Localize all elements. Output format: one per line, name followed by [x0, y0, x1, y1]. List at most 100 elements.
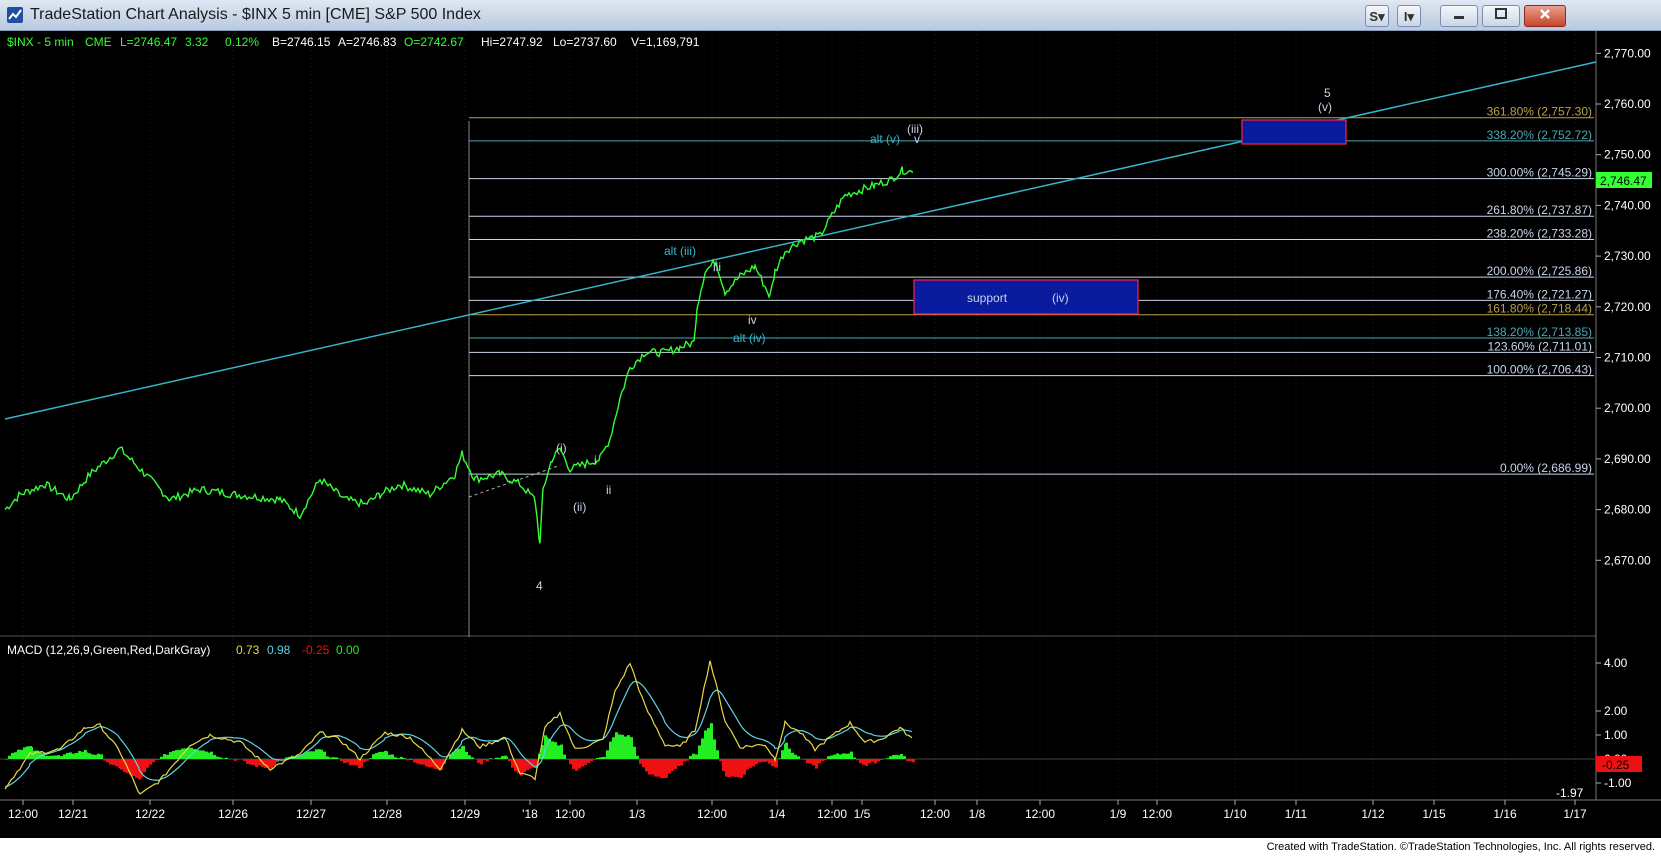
- macd-histogram-bar: [593, 758, 596, 760]
- target-box[interactable]: [1241, 119, 1347, 145]
- macd-histogram-bar: [624, 736, 627, 759]
- macd-histogram-bar: [149, 759, 152, 765]
- macd-histogram-bar: [477, 759, 480, 763]
- macd-histogram-bar: [665, 759, 668, 778]
- macd-histogram-bar: [761, 759, 764, 762]
- macd-histogram-bar: [422, 759, 425, 765]
- macd-histogram-bar: [219, 757, 222, 759]
- macd-histogram-bar: [743, 759, 746, 775]
- macd-histogram-bar: [698, 745, 701, 759]
- macd-histogram-bar: [785, 742, 788, 759]
- macd-histogram-bar: [746, 759, 749, 770]
- macd-header: MACD (12,26,9,Green,Red,DarkGray) 0.73 0…: [7, 643, 360, 657]
- macd-histogram-bar: [645, 759, 648, 772]
- chart-canvas[interactable]: 361.80% (2,757.30) 338.20% (2,752.72) 300.…: [0, 31, 1661, 838]
- macd-histogram-bar: [146, 759, 149, 768]
- macd-histogram-bar: [480, 759, 483, 765]
- close-icon: [1540, 9, 1550, 19]
- macd-histogram-bar: [768, 759, 771, 764]
- macd-histogram-bar: [486, 759, 489, 762]
- macd-histogram: [5, 723, 915, 780]
- macd-histogram-bar: [791, 752, 794, 759]
- macd-histogram-bar: [315, 749, 318, 759]
- macd-histogram-bar: [572, 759, 575, 769]
- macd-tick-label: -1.00: [1604, 776, 1632, 790]
- macd-histogram-bar: [57, 755, 60, 759]
- time-axis[interactable]: 12:00 12/21 12/22 12/26 12/27 12/28 12/29 '18 12…: [8, 800, 1587, 821]
- macd-histogram-bar: [833, 754, 836, 759]
- wave-v-paren-label: (v): [1318, 100, 1332, 114]
- time-tick-label: 12/21: [58, 807, 88, 821]
- macd-histogram-bar: [889, 756, 892, 759]
- macd-histogram-bar: [48, 755, 51, 759]
- macd-histogram-bar: [381, 751, 384, 759]
- macd-histogram-bar: [369, 758, 372, 759]
- macd-histogram-bar: [216, 756, 219, 759]
- fib-level-label: 123.60% (2,711.01): [1487, 339, 1592, 353]
- bid-value: B=2746.15: [272, 35, 331, 49]
- iv-label: iv: [748, 313, 757, 327]
- macd-histogram-bar: [81, 751, 84, 759]
- macd-histogram-bar: [554, 742, 557, 759]
- macd-histogram-bar: [199, 750, 202, 759]
- macd-histogram-bar: [794, 754, 797, 759]
- macd-histogram-bar: [240, 759, 243, 760]
- price-tick-label: 2,760.00: [1604, 97, 1651, 111]
- macd-histogram-bar: [701, 738, 704, 759]
- macd-histogram-bar: [615, 732, 618, 759]
- macd-histogram-bar: [903, 756, 906, 759]
- iii-label: iii: [713, 260, 721, 274]
- minimize-button[interactable]: [1440, 5, 1478, 27]
- i-menu-button[interactable]: I▾: [1397, 5, 1421, 27]
- macd-histogram-bar: [707, 728, 710, 759]
- fib-level-label: 238.20% (2,733.28): [1487, 226, 1592, 240]
- time-tick-label: 12:00: [1142, 807, 1172, 821]
- price-tick-label: 2,720.00: [1604, 300, 1651, 314]
- macd-histogram-bar: [752, 759, 755, 767]
- support-label: support: [967, 291, 1008, 305]
- macd-histogram-bar: [375, 752, 378, 759]
- ii-label: ii: [606, 483, 611, 497]
- close-button[interactable]: [1524, 5, 1566, 27]
- window-title: TradeStation Chart Analysis - $INX 5 min…: [30, 6, 481, 23]
- volume-value: V=1,169,791: [631, 35, 700, 49]
- macd-histogram-bar: [231, 759, 234, 760]
- macd-histogram-bar: [671, 759, 674, 772]
- price-axis[interactable]: 2,770.00 2,760.00 2,750.00 2,740.00 2,730.00…: [1596, 46, 1651, 567]
- macd-histogram-bar: [205, 751, 208, 759]
- macd-histogram-bar: [560, 744, 563, 759]
- macd-histogram-bar: [523, 759, 526, 773]
- macd-histogram-bar: [636, 755, 639, 759]
- macd-histogram-bar: [23, 747, 26, 759]
- s-menu-button[interactable]: S▾: [1365, 5, 1389, 27]
- macd-histogram-bar: [69, 752, 72, 759]
- macd-histogram-bar: [827, 756, 830, 759]
- macd-histogram-bar: [758, 759, 761, 763]
- macd-histogram-bar: [722, 759, 725, 772]
- macd-histogram-bar: [306, 751, 309, 759]
- macd-histogram-bar: [391, 754, 394, 759]
- macd-histogram-bar: [210, 751, 213, 759]
- macd-histogram-bar: [152, 759, 155, 763]
- macd-histogram-bar: [609, 741, 612, 759]
- macd-histogram-bar: [551, 741, 554, 759]
- macd-histogram-bar: [363, 759, 366, 762]
- macd-histogram-bar: [892, 755, 895, 759]
- macd-histogram-bar: [788, 748, 791, 759]
- macd-histogram-bar: [462, 745, 465, 759]
- title-bar[interactable]: TradeStation Chart Analysis - $INX 5 min…: [0, 0, 1661, 31]
- time-tick-label: 1/15: [1422, 807, 1446, 821]
- macd-histogram-bar: [5, 759, 8, 760]
- macd-histogram-bar: [575, 759, 578, 771]
- time-tick-label: 1/9: [1110, 807, 1127, 821]
- macd-histogram-bar: [883, 759, 886, 760]
- macd-value-2: 0.98: [267, 643, 291, 657]
- macd-histogram-bar: [642, 759, 645, 768]
- macd-histogram-bar: [578, 759, 581, 769]
- macd-histogram-bar: [54, 755, 57, 759]
- maximize-button[interactable]: [1482, 5, 1520, 27]
- macd-histogram-bar: [213, 755, 216, 759]
- macd-histogram-bar: [243, 759, 246, 761]
- support-box[interactable]: [913, 279, 1139, 315]
- macd-histogram-bar: [505, 756, 508, 759]
